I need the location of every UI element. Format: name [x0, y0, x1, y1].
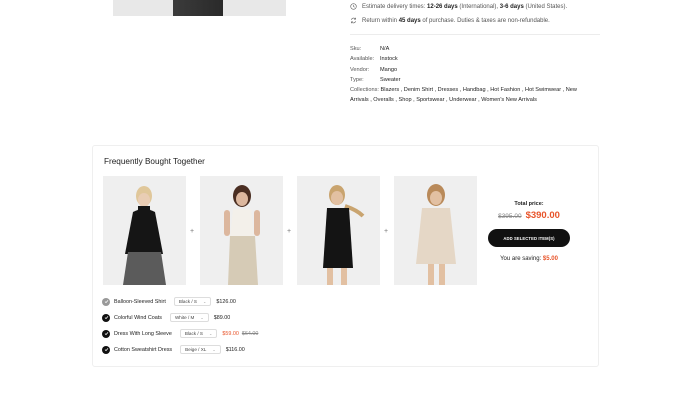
check-icon [104, 316, 108, 320]
check-icon [104, 332, 108, 336]
product-image-4[interactable] [394, 176, 477, 285]
meta-sku: Sku: N/A [350, 46, 390, 53]
return-info: Return within 45 days of purchase. Dutie… [350, 17, 550, 24]
check-icon [104, 300, 108, 304]
chevron-down-icon: ⌄ [208, 331, 213, 336]
list-item: Dress With Long Sleeve Black / S ⌄ $59.00… [102, 329, 258, 338]
item-checkbox[interactable] [102, 297, 110, 306]
variant-select[interactable]: Beige / XL ⌄ [180, 345, 221, 354]
variant-select[interactable]: Black / S ⌄ [179, 329, 218, 338]
product-meta: Sku: N/A Available: Instock Vendor: Mango T… [350, 44, 600, 105]
total-price-box: Total price: $395.00 $390.00 [498, 201, 560, 221]
plus-sign: + [384, 228, 389, 235]
list-item: Colorful Wind Coats White / M ⌄ $89.00 [102, 313, 230, 322]
new-price: $390.00 [525, 210, 560, 221]
plus-sign: + [190, 228, 195, 235]
clock-icon [350, 3, 357, 10]
delivery-info: Estimate delivery times: 12-26 days (Int… [350, 3, 567, 10]
item-checkbox[interactable] [102, 313, 110, 322]
product-image-1[interactable] [103, 176, 186, 285]
chevron-down-icon: ⌄ [212, 347, 216, 352]
chevron-down-icon: ⌄ [202, 299, 207, 304]
return-icon [351, 17, 356, 24]
divider [350, 34, 600, 35]
check-icon [104, 348, 108, 352]
frequently-bought-together: Frequently Bought Together + + + Total p… [92, 145, 599, 367]
meta-available: Available: Instock [350, 56, 398, 63]
product-image-3[interactable] [297, 176, 380, 285]
meta-vendor: Vendor: Mango [350, 66, 398, 73]
chevron-down-icon: ⌄ [200, 315, 204, 320]
section-title: Frequently Bought Together [104, 157, 205, 166]
add-selected-button[interactable]: ADD SELECTED ITEM(S) [488, 229, 570, 247]
variant-select[interactable]: White / M ⌄ [169, 313, 209, 322]
saving-text: You are saving: $5.00 [500, 256, 558, 262]
list-item: Cotton Sweatshirt Dress Beige / XL ⌄ $116… [102, 345, 245, 354]
product-image-2[interactable] [200, 176, 283, 285]
item-checkbox[interactable] [102, 329, 110, 338]
product-image-bottom [113, 0, 286, 16]
plus-sign: + [287, 228, 292, 235]
meta-collections[interactable]: Collections: Blazers , Denim Shirt , Dre… [350, 85, 600, 105]
list-item: Balloon-Sleeved Shirt Black / S ⌄ $126.00 [102, 297, 236, 306]
item-checkbox[interactable] [102, 345, 110, 354]
meta-type: Type: Sweater [350, 77, 401, 84]
variant-select[interactable]: Black / S ⌄ [173, 297, 212, 306]
old-price: $395.00 [498, 213, 522, 220]
